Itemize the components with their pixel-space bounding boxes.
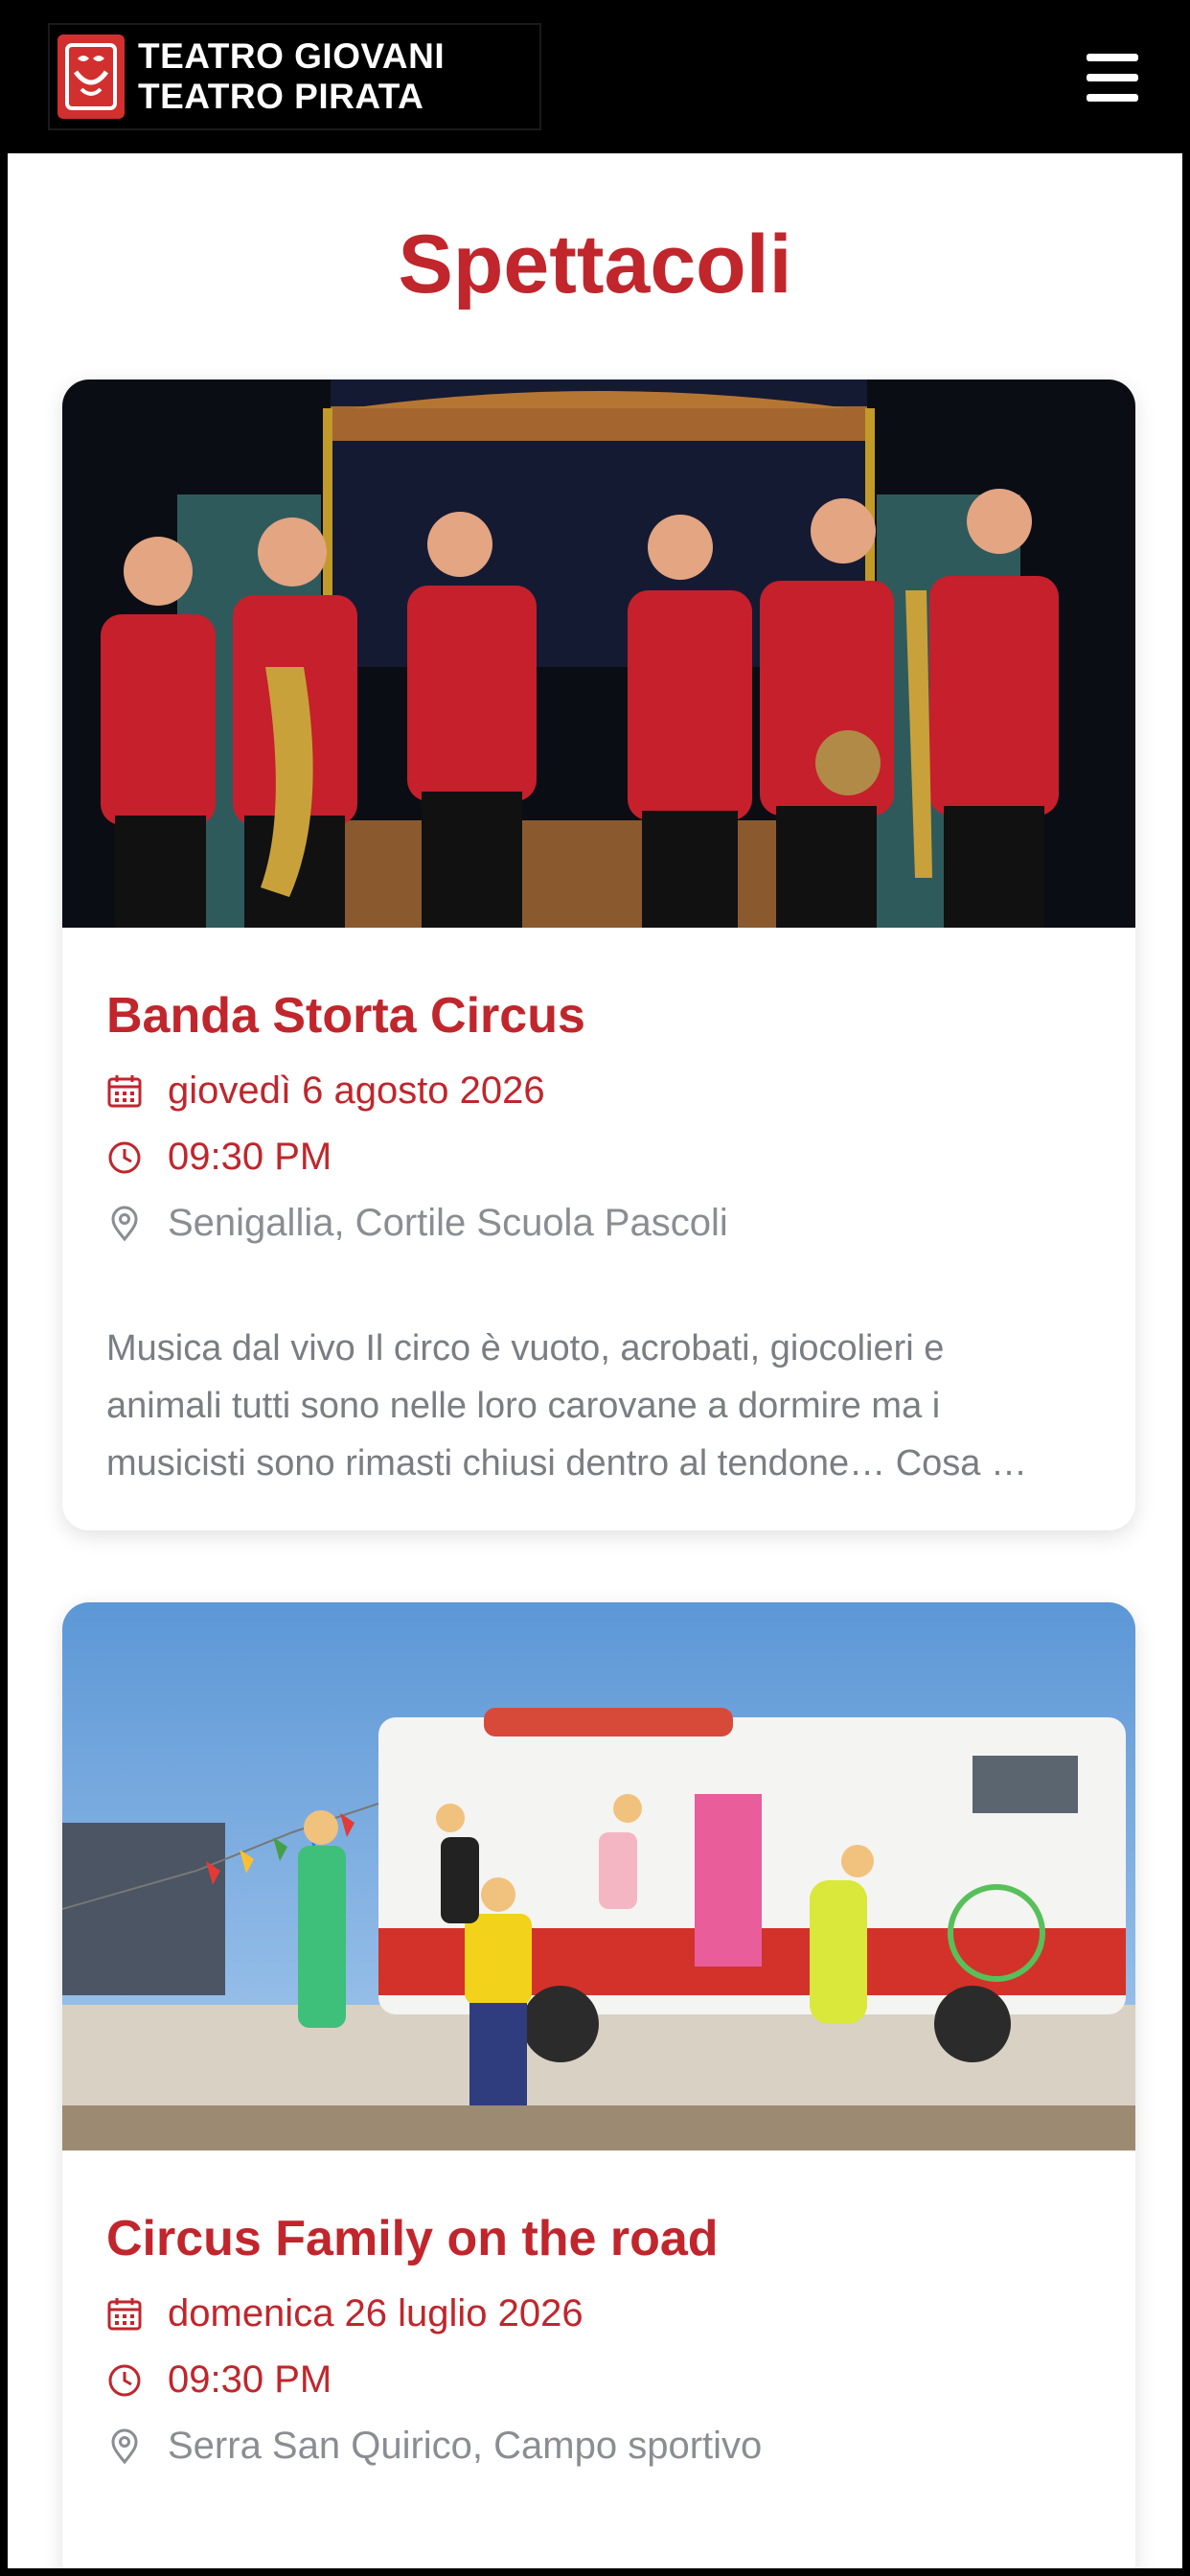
event-location: Senigallia, Cortile Scuola Pascoli [168, 1202, 728, 1244]
event-time-row: 09:30 PM [106, 2347, 1091, 2413]
location-pin-icon [111, 1206, 138, 1241]
logo-line-2: TEATRO PIRATA [138, 77, 424, 116]
hamburger-menu-button[interactable] [1071, 54, 1154, 102]
event-date-row: domenica 26 luglio 2026 [106, 2281, 1091, 2347]
top-nav-bar: TEATRO GIOVANI TEATRO PIRATA [0, 0, 1190, 153]
event-time: 09:30 PM [168, 2358, 332, 2401]
main-content: Spettacoli Banda Storta Circus giovedì 6… [8, 153, 1182, 2568]
calendar-icon [107, 1074, 142, 1107]
event-date: domenica 26 luglio 2026 [168, 2292, 584, 2334]
event-time: 09:30 PM [168, 1136, 332, 1178]
location-pin-icon [111, 2428, 138, 2464]
event-title[interactable]: Banda Storta Circus [106, 928, 1091, 1045]
event-photo-circus-family [62, 1602, 1135, 2150]
clock-icon [108, 2364, 141, 2396]
event-location-row: Serra San Quirico, Campo sportivo [106, 2413, 1091, 2479]
event-title[interactable]: Circus Family on the road [106, 2150, 1091, 2267]
event-location-row: Senigallia, Cortile Scuola Pascoli [106, 1190, 1091, 1256]
event-location: Serra San Quirico, Campo sportivo [168, 2425, 763, 2467]
event-description: Musica dal vivo Il circo è vuoto, acroba… [106, 1328, 1027, 1484]
logo-line-1: TEATRO GIOVANI [138, 36, 446, 76]
event-card[interactable]: Banda Storta Circus giovedì 6 agosto 202… [62, 380, 1135, 1530]
site-logo[interactable]: TEATRO GIOVANI TEATRO PIRATA [48, 23, 541, 130]
event-time-row: 09:30 PM [106, 1124, 1091, 1190]
theatre-mask-logo-icon [57, 34, 125, 119]
event-photo-brass-band [62, 380, 1135, 928]
event-date: giovedì 6 agosto 2026 [168, 1070, 545, 1112]
hamburger-menu-icon [1087, 54, 1138, 61]
event-card-body: Banda Storta Circus giovedì 6 agosto 202… [62, 928, 1135, 1530]
calendar-icon [107, 2297, 142, 2330]
clock-icon [108, 1141, 141, 1173]
event-card[interactable]: Circus Family on the road domenica 26 lu… [62, 1602, 1135, 2568]
page-title: Spettacoli [398, 218, 792, 310]
event-card-body: Circus Family on the road domenica 26 lu… [62, 2150, 1135, 2568]
event-date-row: giovedì 6 agosto 2026 [106, 1058, 1091, 1124]
logo-wordmark: TEATRO GIOVANI TEATRO PIRATA [138, 36, 445, 117]
